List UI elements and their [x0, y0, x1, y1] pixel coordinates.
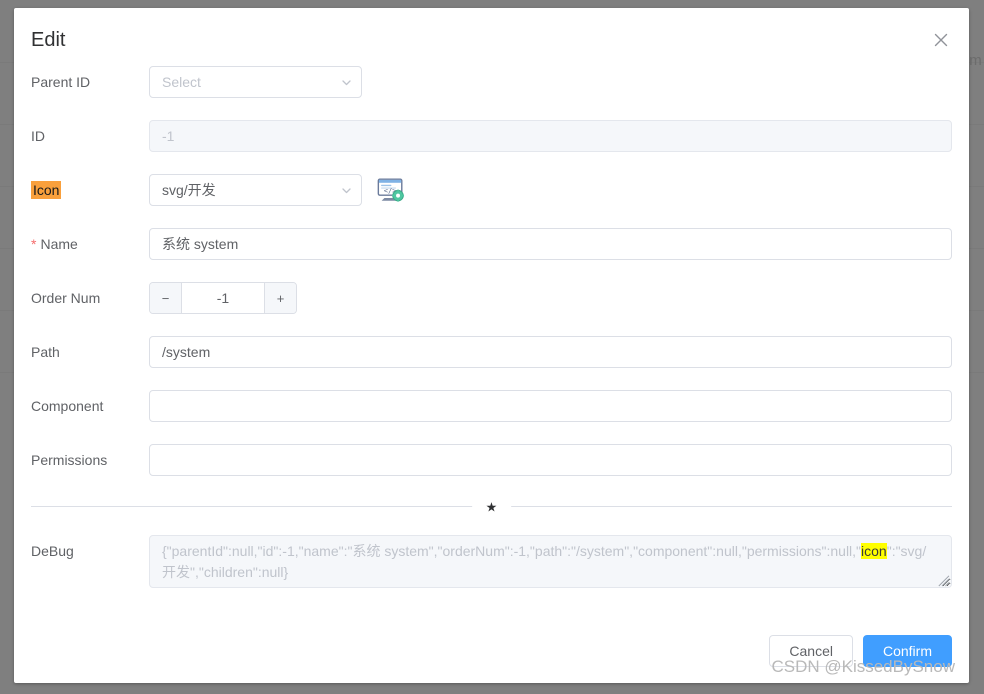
- debug-text-highlight: icon: [861, 543, 887, 559]
- parent-id-select[interactable]: Select: [149, 66, 362, 98]
- confirm-button[interactable]: Confirm: [862, 635, 952, 667]
- order-num-label: Order Num: [31, 290, 101, 306]
- icon-select-value[interactable]: svg/开发: [149, 174, 362, 206]
- star-icon: ★: [471, 500, 512, 513]
- id-field: [149, 120, 952, 152]
- icon-label: Icon: [31, 174, 149, 206]
- form-row-permissions: Permissions: [31, 444, 952, 476]
- path-control: [149, 336, 952, 368]
- dialog-footer: Cancel Confirm: [769, 635, 952, 667]
- form-row-name: * Name: [31, 228, 952, 260]
- permissions-field[interactable]: [149, 444, 952, 476]
- component-label: Component: [31, 398, 104, 414]
- form-row-icon: Icon svg/开发 </>: [31, 174, 952, 206]
- order-num-value[interactable]: -1: [182, 283, 264, 313]
- cancel-button[interactable]: Cancel: [769, 635, 853, 667]
- form-row-parent-id: Parent ID Select: [31, 66, 952, 98]
- form-row-path: Path: [31, 336, 952, 368]
- debug-control: {"parentId":null,"id":-1,"name":"系统 syst…: [149, 535, 952, 588]
- name-label: * Name: [31, 228, 149, 260]
- debug-textarea[interactable]: {"parentId":null,"id":-1,"name":"系统 syst…: [149, 535, 952, 588]
- path-label: Path: [31, 344, 60, 360]
- parent-id-select-value[interactable]: Select: [149, 66, 362, 98]
- dialog-body: Parent ID Select ID -1 Icon svg/开发 </> *…: [14, 66, 969, 588]
- increment-button[interactable]: +: [264, 283, 296, 313]
- dialog-title: Edit: [31, 29, 66, 51]
- order-num-control: − -1 +: [149, 282, 952, 314]
- component-field[interactable]: [149, 390, 952, 422]
- parent-id-label: Parent ID: [31, 74, 91, 90]
- edit-dialog: Edit Parent ID Select ID -1 Icon svg/开发 …: [14, 8, 969, 683]
- icon-row-inner: svg/开发 </>: [149, 174, 952, 206]
- section-divider: ★: [31, 500, 952, 513]
- name-field[interactable]: [149, 228, 952, 260]
- icon-control: svg/开发 </>: [149, 174, 952, 206]
- id-control: [149, 120, 952, 152]
- development-monitor-icon: </>: [376, 175, 406, 205]
- decrement-button[interactable]: −: [150, 283, 182, 313]
- permissions-label: Permissions: [31, 452, 108, 468]
- path-field[interactable]: [149, 336, 952, 368]
- close-icon[interactable]: [931, 30, 951, 50]
- form-row-id: ID: [31, 120, 952, 152]
- id-label: ID: [31, 128, 45, 144]
- dialog-header: Edit: [14, 8, 969, 66]
- required-marker: *: [31, 236, 37, 252]
- order-num-stepper: − -1 +: [149, 282, 297, 314]
- debug-label: DeBug: [31, 543, 74, 559]
- name-label-text: Name: [40, 236, 78, 252]
- name-control: [149, 228, 952, 260]
- form-row-debug: DeBug {"parentId":null,"id":-1,"name":"系…: [31, 535, 952, 588]
- icon-label-text: Icon: [31, 181, 62, 199]
- icon-select[interactable]: svg/开发: [149, 174, 362, 206]
- component-control: [149, 390, 952, 422]
- debug-text-before: {"parentId":null,"id":-1,"name":"系统 syst…: [162, 543, 862, 559]
- background-edge-text: m: [969, 52, 982, 69]
- permissions-control: [149, 444, 952, 476]
- parent-id-control: Select: [149, 66, 952, 98]
- form-row-order-num: Order Num − -1 +: [31, 282, 952, 314]
- form-row-component: Component: [31, 390, 952, 422]
